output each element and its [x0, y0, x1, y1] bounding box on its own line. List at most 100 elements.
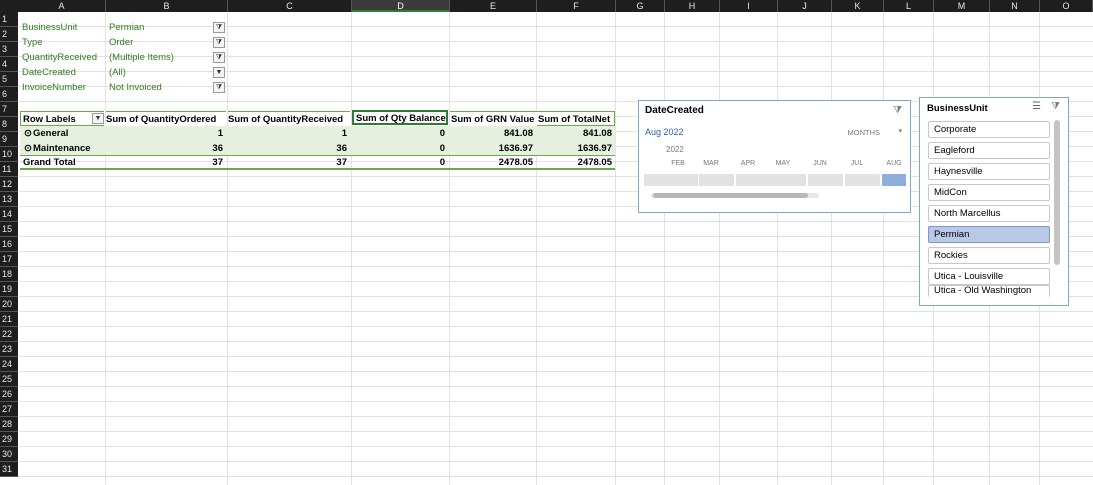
- pivot-total-cell[interactable]: 2478.05: [537, 155, 615, 170]
- slicer-item[interactable]: Utica - Old Washington: [928, 285, 1050, 297]
- slicer-item[interactable]: Utica - Louisville: [928, 268, 1050, 285]
- row-header-25[interactable]: 25: [0, 372, 18, 387]
- row-header-6[interactable]: 6: [0, 87, 18, 102]
- row-header-12[interactable]: 12: [0, 177, 18, 192]
- slicer-scrollbar[interactable]: [1054, 120, 1060, 265]
- filter-applied-icon[interactable]: ⧩: [213, 82, 225, 93]
- row-header-3[interactable]: 3: [0, 42, 18, 57]
- slicer-item[interactable]: MidCon: [928, 184, 1050, 201]
- row-header-14[interactable]: 14: [0, 207, 18, 222]
- timeline-period-bar[interactable]: [845, 174, 880, 186]
- row-header-7[interactable]: 7: [0, 102, 18, 117]
- row-header-23[interactable]: 23: [0, 342, 18, 357]
- row-header-26[interactable]: 26: [0, 387, 18, 402]
- row-header-18[interactable]: 18: [0, 267, 18, 282]
- clear-filter-icon[interactable]: ⧩: [1051, 101, 1060, 112]
- pivot-value-cell[interactable]: 36: [228, 141, 350, 156]
- slicer-item[interactable]: North Marcellus: [928, 205, 1050, 222]
- column-header-a[interactable]: A: [18, 0, 106, 12]
- businessunit-slicer[interactable]: BusinessUnit ☰ ⧩ Corporate Eagleford Hayne…: [919, 97, 1069, 306]
- filter-applied-icon[interactable]: ⧩: [213, 37, 225, 48]
- pivot-total-cell[interactable]: 37: [106, 155, 226, 170]
- select-all-corner[interactable]: [0, 0, 18, 12]
- row-header-5[interactable]: 5: [0, 72, 18, 87]
- row-header-31[interactable]: 31: [0, 462, 18, 477]
- row-header-13[interactable]: 13: [0, 192, 18, 207]
- timeline-scrollbar-thumb[interactable]: [653, 193, 808, 198]
- row-header-29[interactable]: 29: [0, 432, 18, 447]
- column-header-n[interactable]: N: [990, 0, 1040, 12]
- timeline-period-bar[interactable]: [644, 174, 698, 186]
- row-labels-filter-dropdown-icon[interactable]: ▼: [92, 113, 104, 124]
- row-header-20[interactable]: 20: [0, 297, 18, 312]
- row-header-21[interactable]: 21: [0, 312, 18, 327]
- datecreated-timeline[interactable]: DateCreated ⧩ Aug 2022 MONTHS ▾ 2022: [638, 100, 911, 213]
- pivot-value-cell[interactable]: 841.08: [450, 126, 536, 141]
- slicer-item[interactable]: Rockies: [928, 247, 1050, 264]
- column-header-k[interactable]: K: [832, 0, 884, 12]
- slicer-item[interactable]: Haynesville: [928, 163, 1050, 180]
- filter-field-value[interactable]: (Multiple Items): [109, 50, 174, 65]
- timeline-period-bar[interactable]: [736, 174, 771, 186]
- row-header-2[interactable]: 2: [0, 27, 18, 42]
- timeline-period-bar[interactable]: [808, 174, 843, 186]
- filter-field-value[interactable]: Permian: [109, 20, 144, 35]
- expand-collapse-icon[interactable]: ⊙: [24, 126, 32, 141]
- row-header-30[interactable]: 30: [0, 447, 18, 462]
- row-header-1[interactable]: 1: [0, 12, 18, 27]
- slicer-item[interactable]: Eagleford: [928, 142, 1050, 159]
- filter-field-value[interactable]: Not Invoiced: [109, 80, 162, 95]
- slicer-item[interactable]: Permian: [928, 226, 1050, 243]
- pivot-total-cell[interactable]: 37: [228, 155, 350, 170]
- row-header-17[interactable]: 17: [0, 252, 18, 267]
- row-header-10[interactable]: 10: [0, 147, 18, 162]
- pivot-value-cell[interactable]: 0: [352, 126, 448, 141]
- pivot-header-total-net[interactable]: Sum of TotalNet: [537, 111, 615, 126]
- column-header-i[interactable]: I: [720, 0, 778, 12]
- column-header-l[interactable]: L: [884, 0, 934, 12]
- row-header-19[interactable]: 19: [0, 282, 18, 297]
- row-header-22[interactable]: 22: [0, 327, 18, 342]
- row-header-24[interactable]: 24: [0, 357, 18, 372]
- row-header-8[interactable]: 8: [0, 117, 18, 132]
- pivot-value-cell[interactable]: 0: [352, 141, 448, 156]
- multi-select-icon[interactable]: ☰: [1032, 101, 1041, 112]
- row-header-15[interactable]: 15: [0, 222, 18, 237]
- pivot-total-cell[interactable]: 2478.05: [450, 155, 536, 170]
- timeline-scrollbar-track[interactable]: [651, 193, 819, 198]
- pivot-value-cell[interactable]: 1636.97: [537, 141, 615, 156]
- clear-filter-icon[interactable]: ⧩: [893, 105, 902, 116]
- column-header-o[interactable]: O: [1040, 0, 1093, 12]
- column-header-e[interactable]: E: [450, 0, 537, 12]
- pivot-header-qty-balance-active-cell[interactable]: Sum of Qty Balance: [352, 110, 448, 125]
- timeline-period-bar[interactable]: [882, 174, 906, 186]
- pivot-value-cell[interactable]: 1636.97: [450, 141, 536, 156]
- timeline-period-bar[interactable]: [699, 174, 734, 186]
- column-header-j[interactable]: J: [778, 0, 832, 12]
- column-header-m[interactable]: M: [934, 0, 990, 12]
- filter-applied-icon[interactable]: ⧩: [213, 22, 225, 33]
- pivot-grand-total-label[interactable]: Grand Total: [23, 155, 76, 170]
- row-header-28[interactable]: 28: [0, 417, 18, 432]
- pivot-value-cell[interactable]: 36: [106, 141, 226, 156]
- pivot-row-label[interactable]: General: [33, 126, 68, 141]
- row-header-4[interactable]: 4: [0, 57, 18, 72]
- filter-field-value[interactable]: (All): [109, 65, 126, 80]
- column-header-h[interactable]: H: [665, 0, 720, 12]
- filter-applied-icon[interactable]: ⧩: [213, 52, 225, 63]
- slicer-item[interactable]: Corporate: [928, 121, 1050, 138]
- pivot-row-label[interactable]: Maintenance: [33, 141, 91, 156]
- pivot-value-cell[interactable]: 1: [106, 126, 226, 141]
- expand-collapse-icon[interactable]: ⊙: [24, 141, 32, 156]
- column-header-d[interactable]: D: [352, 0, 450, 12]
- chevron-down-icon[interactable]: ▾: [898, 127, 902, 135]
- timeline-period-bar[interactable]: [771, 174, 806, 186]
- row-header-27[interactable]: 27: [0, 402, 18, 417]
- pivot-total-cell[interactable]: 0: [352, 155, 448, 170]
- filter-field-value[interactable]: Order: [109, 35, 133, 50]
- pivot-value-cell[interactable]: 1: [228, 126, 350, 141]
- dropdown-icon[interactable]: ▼: [213, 67, 225, 78]
- column-header-g[interactable]: G: [616, 0, 665, 12]
- row-header-16[interactable]: 16: [0, 237, 18, 252]
- column-header-b[interactable]: B: [106, 0, 228, 12]
